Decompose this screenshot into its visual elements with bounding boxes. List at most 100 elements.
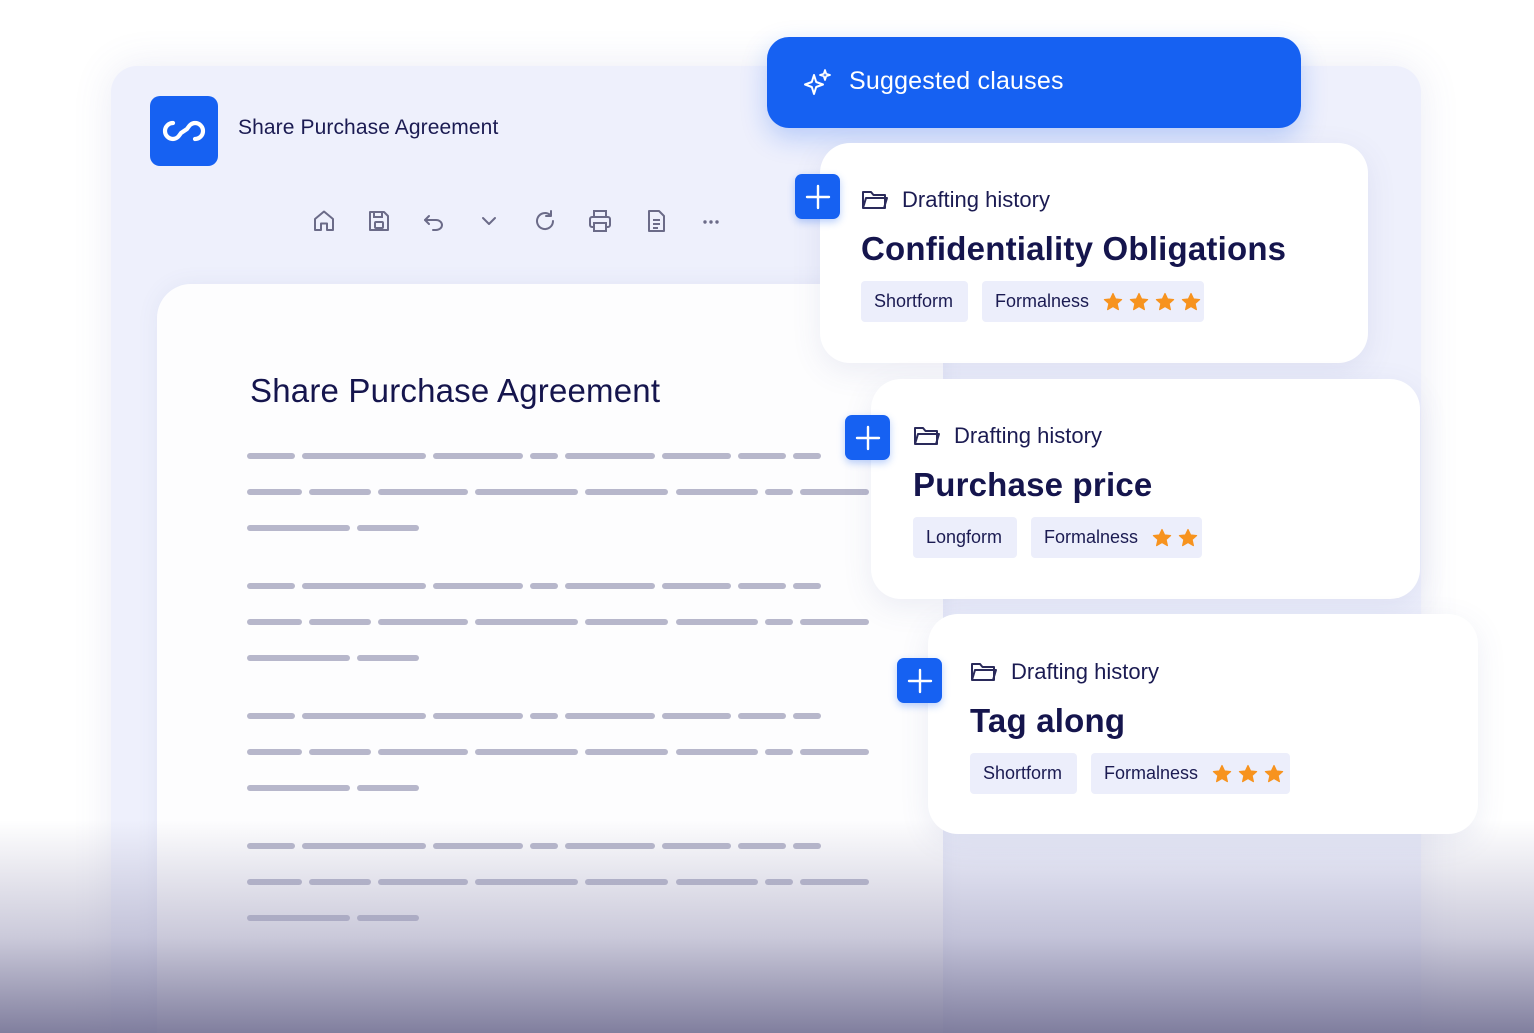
star-icon (1264, 764, 1284, 782)
star-icon (1238, 764, 1258, 782)
stage: Share Purchase Agreement Share Purchase … (0, 0, 1534, 1033)
save-icon (369, 211, 389, 231)
text-placeholder-line (530, 453, 558, 459)
text-placeholder-line (378, 749, 468, 755)
plus-icon (855, 425, 880, 450)
text-placeholder-line (565, 453, 655, 459)
text-placeholder-line (378, 619, 468, 625)
plus-icon (907, 668, 932, 693)
length-tag: Shortform (970, 753, 1077, 794)
text-placeholder-line (800, 749, 869, 755)
folder-icon (862, 191, 888, 209)
text-placeholder-line (530, 713, 558, 719)
chevron-down-icon (482, 217, 496, 225)
document-icon (648, 210, 665, 232)
text-placeholder-line (765, 619, 793, 625)
text-placeholder-line (800, 619, 869, 625)
add-clause-button[interactable] (795, 174, 840, 219)
clause-source: Drafting history (1011, 659, 1159, 684)
undo-button[interactable] (414, 200, 454, 242)
text-placeholder-line (585, 879, 668, 885)
text-placeholder-line (247, 915, 350, 921)
app-logo[interactable] (150, 96, 218, 166)
text-placeholder-line (585, 749, 668, 755)
add-clause-button[interactable] (897, 658, 942, 703)
folder-icon (914, 427, 940, 445)
formalness-tag: Formalness (1091, 753, 1290, 794)
text-placeholder-line (309, 749, 371, 755)
add-clause-button[interactable] (845, 415, 890, 460)
clause-title: Confidentiality Obligations (861, 230, 1287, 267)
suggested-clauses-header: Suggested clauses (767, 37, 1301, 128)
text-placeholder-line (738, 843, 786, 849)
text-placeholder-line (662, 843, 731, 849)
toolbar (304, 200, 744, 242)
text-placeholder-line (378, 489, 468, 495)
text-placeholder-line (357, 655, 419, 661)
text-placeholder-line (793, 713, 821, 719)
text-placeholder-line (475, 489, 578, 495)
text-placeholder-line (357, 525, 419, 531)
formalness-tag: Formalness (1031, 517, 1202, 558)
text-placeholder-line (800, 879, 869, 885)
text-placeholder-line (247, 843, 295, 849)
text-placeholder-line (793, 843, 821, 849)
clause-title: Tag along (970, 702, 1126, 739)
text-placeholder-line (585, 619, 668, 625)
clause-source: Drafting history (902, 187, 1050, 212)
sparkles-icon (804, 69, 831, 95)
text-placeholder-line (357, 785, 419, 791)
text-placeholder-line (765, 489, 793, 495)
text-placeholder-line (247, 713, 295, 719)
text-placeholder-line (765, 749, 793, 755)
clause-source: Drafting history (954, 423, 1102, 448)
text-placeholder-line (433, 843, 523, 849)
text-placeholder-line (302, 583, 426, 589)
more-button[interactable] (691, 200, 731, 242)
text-placeholder-line (433, 713, 523, 719)
clause-title: Purchase price (913, 466, 1153, 503)
formalness-label: Formalness (1104, 763, 1199, 783)
formalness-rating (1097, 292, 1201, 312)
text-placeholder-line (475, 879, 578, 885)
text-placeholder-line (433, 453, 523, 459)
star-icon (1178, 528, 1198, 546)
text-placeholder-line (302, 713, 426, 719)
text-placeholder-line (565, 583, 655, 589)
text-placeholder-line (738, 713, 786, 719)
text-placeholder-line (662, 713, 731, 719)
history-dropdown-button[interactable] (469, 200, 509, 242)
text-placeholder-line (475, 749, 578, 755)
text-placeholder-line (475, 619, 578, 625)
plus-icon (805, 184, 830, 209)
length-tag: Longform (913, 517, 1017, 558)
text-placeholder-line (676, 879, 758, 885)
print-button[interactable] (580, 200, 620, 242)
document-button[interactable] (636, 200, 676, 242)
text-placeholder-line (309, 879, 371, 885)
text-placeholder-line (662, 583, 731, 589)
text-placeholder-line (530, 843, 558, 849)
length-tag: Shortform (861, 281, 968, 322)
text-placeholder-line (247, 749, 302, 755)
text-placeholder-line (302, 843, 426, 849)
folder-icon (971, 663, 997, 681)
home-button[interactable] (304, 200, 344, 242)
text-placeholder-line (247, 619, 302, 625)
text-placeholder-line (309, 619, 371, 625)
text-placeholder-line (247, 489, 302, 495)
star-icon (1129, 292, 1149, 310)
undo-icon (424, 215, 443, 231)
refresh-button[interactable] (525, 200, 565, 242)
text-placeholder-line (302, 453, 426, 459)
formalness-label: Formalness (995, 291, 1090, 311)
text-placeholder-line (247, 655, 350, 661)
text-placeholder-line (565, 843, 655, 849)
save-button[interactable] (359, 200, 399, 242)
text-placeholder-line (793, 583, 821, 589)
text-placeholder-line (738, 453, 786, 459)
formalness-label: Formalness (1044, 527, 1139, 547)
text-placeholder-line (585, 489, 668, 495)
star-icon (1155, 292, 1175, 310)
text-placeholder-line (247, 453, 295, 459)
